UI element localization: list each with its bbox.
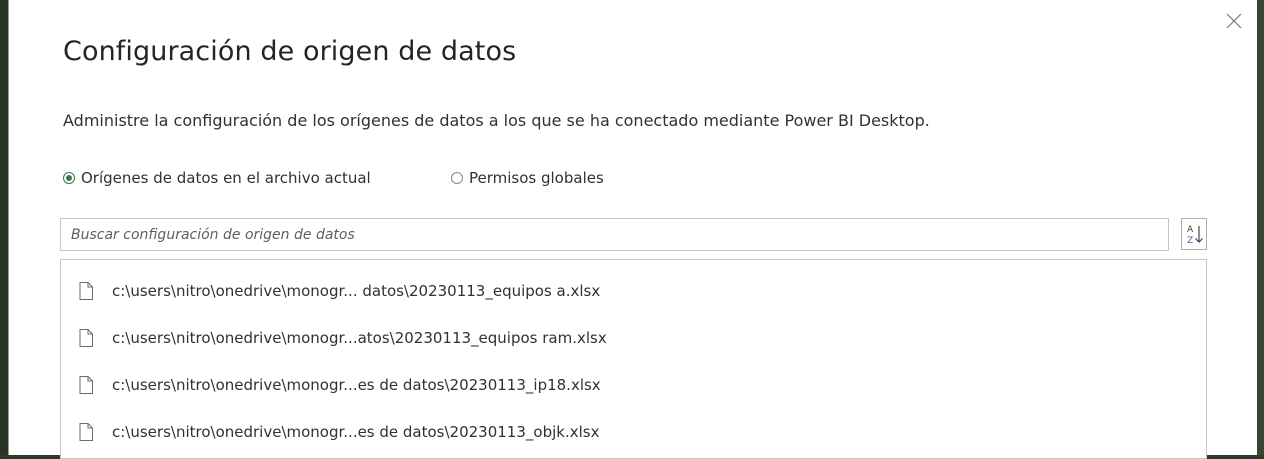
svg-text:A: A: [1187, 225, 1194, 235]
radio-unselected-indicator: [451, 172, 463, 184]
data-source-path: c:\users\nitro\onedrive\monogr...es de d…: [112, 376, 601, 394]
data-source-path: c:\users\nitro\onedrive\monogr...atos\20…: [112, 329, 607, 347]
list-item[interactable]: c:\users\nitro\onedrive\monogr...atos\20…: [61, 315, 1206, 361]
dialog-title: Configuración de origen de datos: [63, 36, 517, 67]
data-source-list[interactable]: c:\users\nitro\onedrive\monogr... datos\…: [60, 259, 1207, 459]
file-icon: [79, 282, 93, 300]
list-item[interactable]: c:\users\nitro\onedrive\monogr... datos\…: [61, 268, 1206, 314]
file-icon: [79, 423, 93, 441]
data-source-path: c:\users\nitro\onedrive\monogr... datos\…: [112, 282, 601, 300]
search-input[interactable]: [60, 218, 1169, 251]
sort-button[interactable]: A Z: [1181, 218, 1207, 250]
radio-current-file[interactable]: Orígenes de datos en el archivo actual: [63, 169, 371, 187]
radio-global-permissions-label: Permisos globales: [469, 169, 604, 187]
svg-text:Z: Z: [1187, 236, 1193, 246]
close-button[interactable]: [1225, 12, 1243, 30]
data-source-path: c:\users\nitro\onedrive\monogr...es de d…: [112, 423, 600, 441]
background-window-edge-left: [0, 0, 8, 455]
list-item[interactable]: c:\users\nitro\onedrive\monogr...es de d…: [61, 409, 1206, 455]
data-source-settings-dialog: Configuración de origen de datos Adminis…: [8, 0, 1257, 459]
radio-global-permissions[interactable]: Permisos globales: [451, 169, 604, 187]
radio-current-file-label: Orígenes de datos en el archivo actual: [81, 169, 371, 187]
list-item[interactable]: c:\users\nitro\onedrive\monogr...es de d…: [61, 362, 1206, 408]
dialog-description: Administre la configuración de los oríge…: [63, 111, 930, 130]
close-icon: [1226, 13, 1242, 29]
sort-az-icon: A Z: [1187, 225, 1203, 246]
background-window-edge-right: [1256, 0, 1264, 455]
file-icon: [79, 329, 93, 347]
radio-selected-indicator: [63, 172, 75, 184]
file-icon: [79, 376, 93, 394]
